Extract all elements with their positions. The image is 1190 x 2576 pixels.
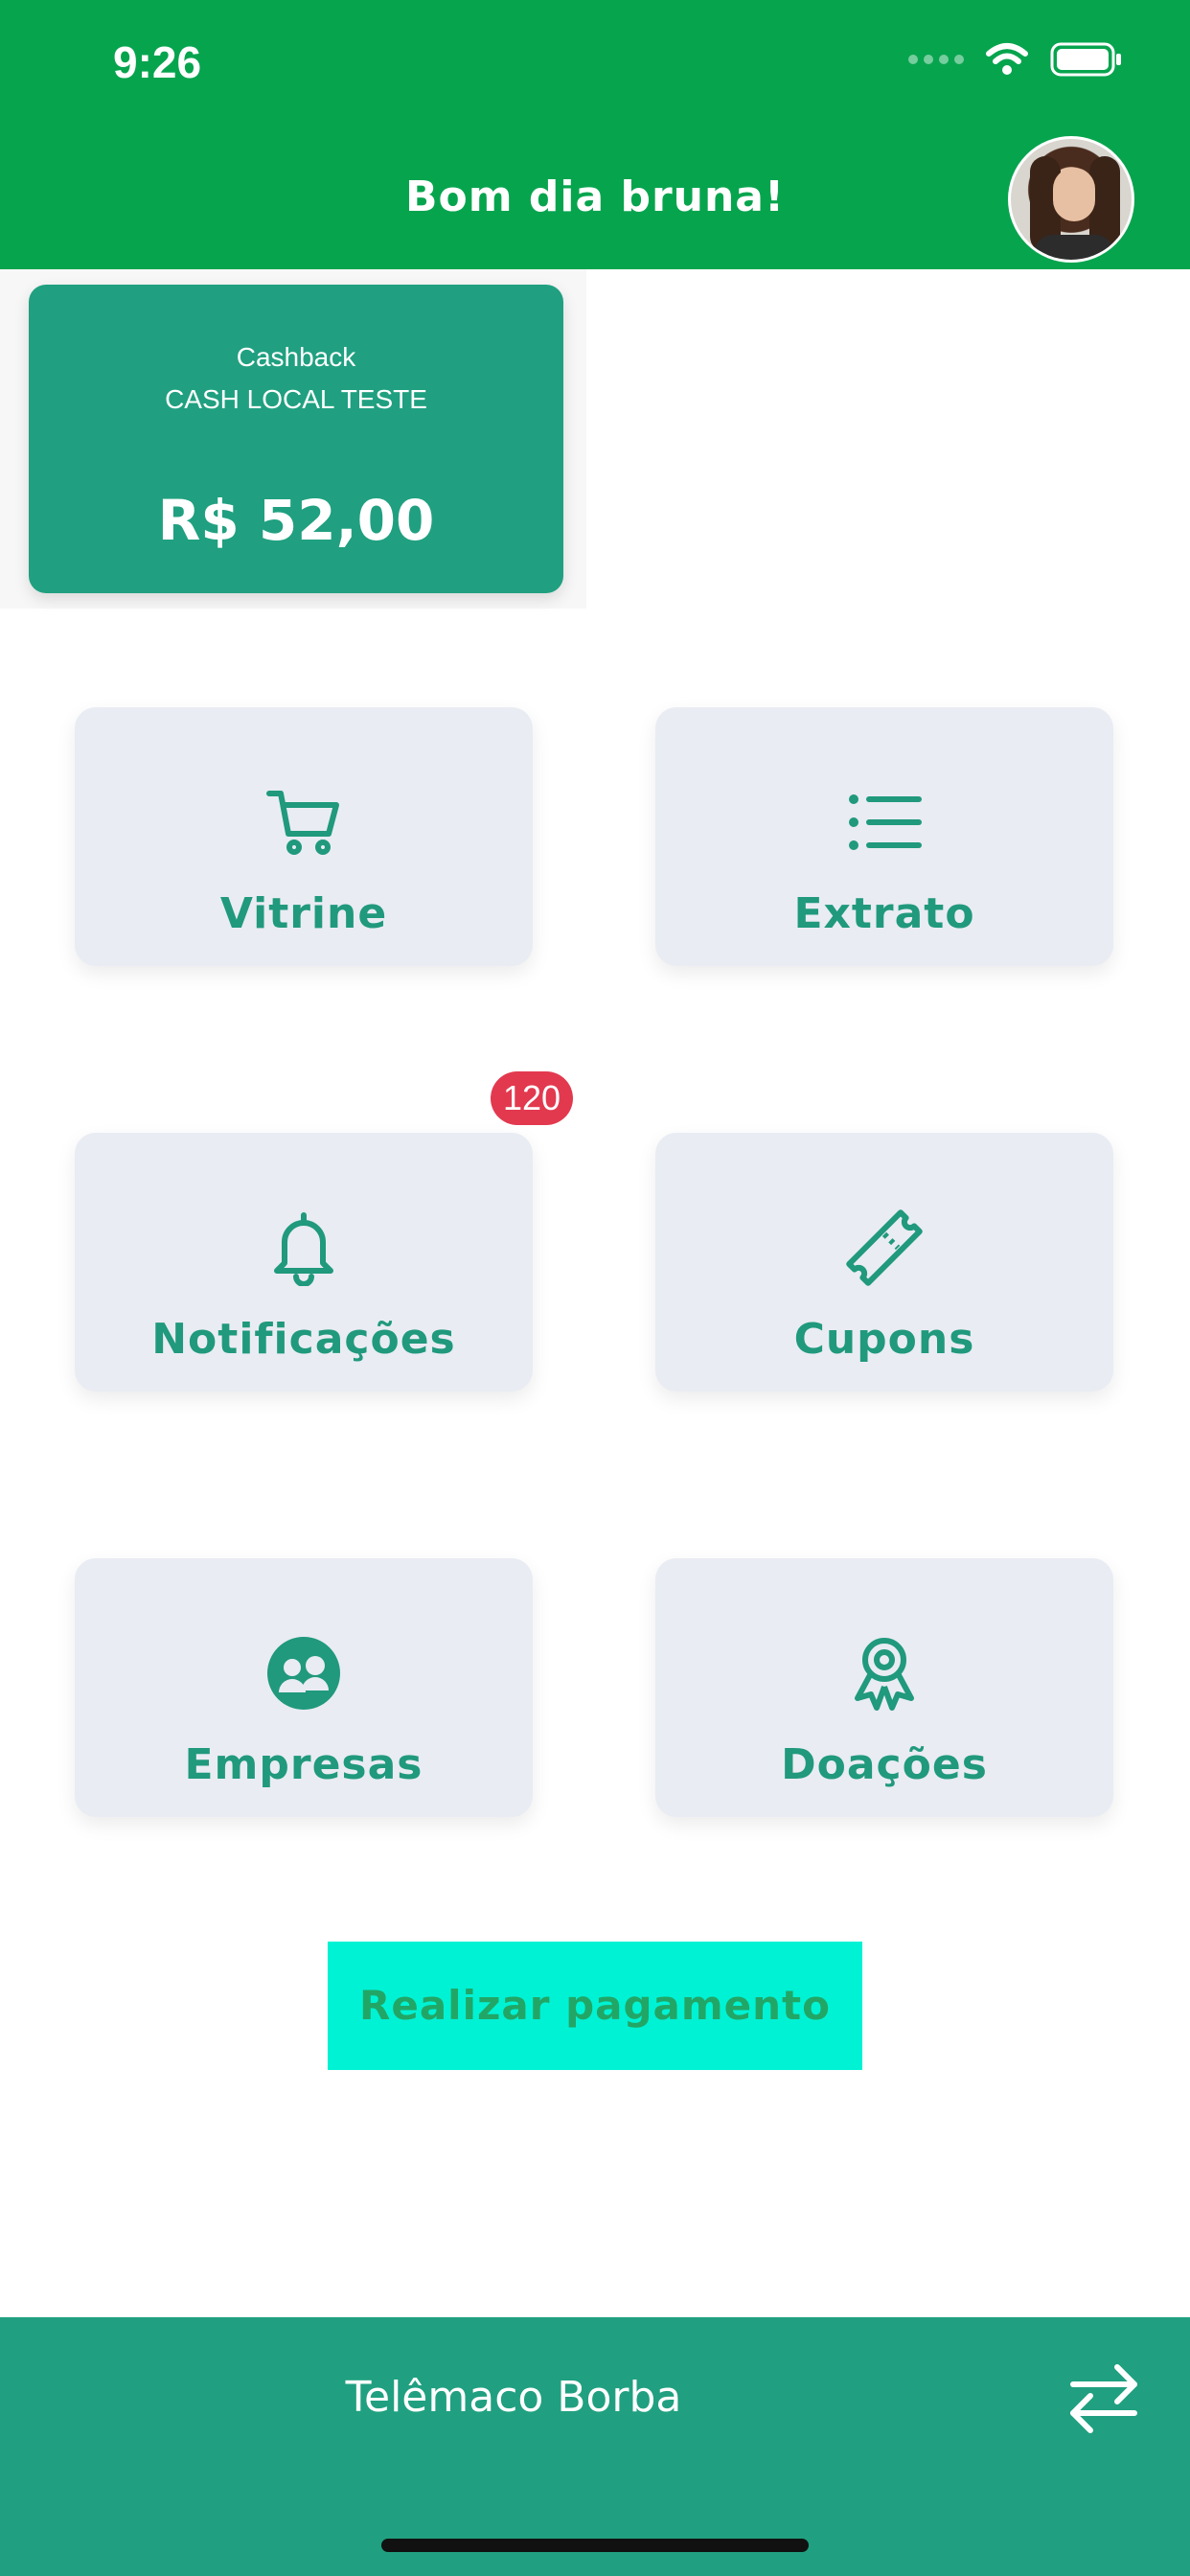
tile-label: Extrato bbox=[793, 889, 975, 938]
tile-extrato[interactable]: Extrato bbox=[655, 707, 1113, 966]
bottom-bar: Telêmaco Borba bbox=[0, 2317, 1190, 2576]
tile-label: Empresas bbox=[184, 1740, 423, 1789]
cashback-title: Cashback bbox=[236, 342, 356, 372]
users-icon bbox=[267, 1637, 340, 1710]
tile-label: Notificações bbox=[151, 1315, 456, 1364]
wifi-icon bbox=[986, 43, 1028, 75]
ticket-icon bbox=[846, 1209, 923, 1286]
cashback-card[interactable]: Cashback CASH LOCAL TESTE R$ 52,00 bbox=[29, 285, 563, 593]
tile-label: Cupons bbox=[793, 1315, 975, 1364]
tile-empresas[interactable]: Empresas bbox=[75, 1558, 533, 1817]
swap-icon[interactable] bbox=[1067, 2358, 1140, 2438]
tile-vitrine[interactable]: Vitrine bbox=[75, 707, 533, 966]
avatar[interactable] bbox=[1008, 136, 1134, 263]
make-payment-button[interactable]: Realizar pagamento bbox=[328, 1942, 862, 2070]
tile-label: Vitrine bbox=[219, 889, 388, 938]
notification-count-badge: 120 bbox=[491, 1071, 573, 1125]
status-icons bbox=[908, 42, 1123, 77]
list-icon bbox=[849, 794, 922, 850]
cashback-subtitle: CASH LOCAL TESTE bbox=[165, 384, 427, 414]
tile-doacoes[interactable]: Doações bbox=[655, 1558, 1113, 1817]
status-time: 9:26 bbox=[113, 37, 202, 87]
home-indicator bbox=[381, 2539, 809, 2552]
tile-cupons[interactable]: Cupons bbox=[655, 1133, 1113, 1392]
cashback-balance: R$ 52,00 bbox=[157, 488, 435, 553]
tile-notificacoes[interactable]: Notificações bbox=[75, 1133, 533, 1392]
cart-icon bbox=[266, 791, 339, 855]
city-name[interactable]: Telêmaco Borba bbox=[0, 2373, 1027, 2422]
app-header: 9:26 Bom dia bruna! bbox=[0, 0, 1190, 269]
award-icon bbox=[855, 1638, 914, 1711]
battery-icon bbox=[1050, 42, 1121, 77]
tile-label: Doações bbox=[781, 1740, 988, 1789]
bell-icon bbox=[274, 1212, 333, 1286]
signal-icon bbox=[908, 55, 964, 64]
